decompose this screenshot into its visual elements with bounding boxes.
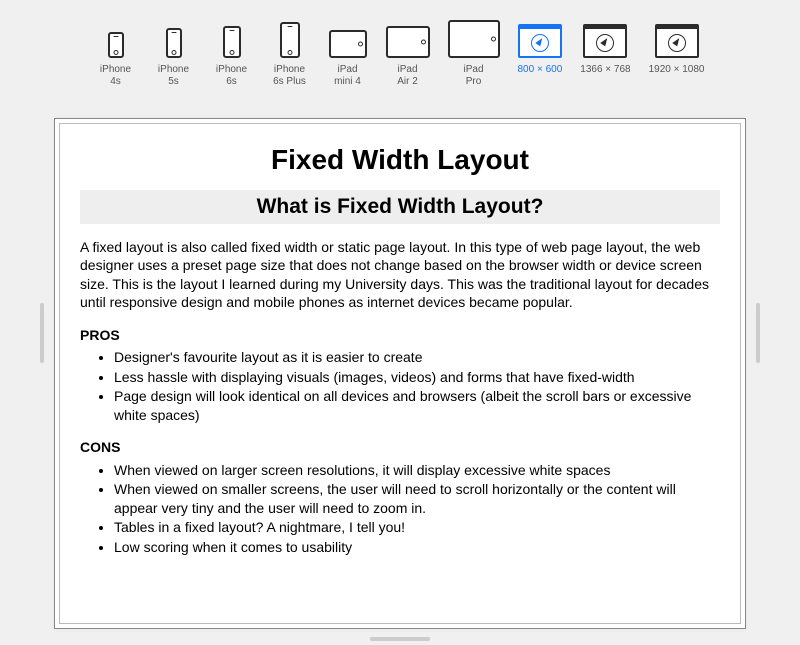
viewport-stage: Fixed Width Layout What is Fixed Width L…	[54, 118, 746, 629]
responsive-design-mode: iPhone 4s iPhone 5s iPhone 6s iPhone 6s …	[0, 0, 800, 645]
device-label: iPhone 6s	[216, 64, 247, 88]
resize-handle-left[interactable]	[40, 303, 44, 363]
phone-icon	[280, 14, 300, 58]
phone-icon	[108, 14, 124, 58]
device-ipad-mini-4[interactable]: iPad mini 4	[328, 14, 368, 88]
list-item: Less hassle with displaying visuals (ima…	[114, 368, 720, 386]
resize-handle-right[interactable]	[756, 303, 760, 363]
tablet-icon	[448, 14, 500, 58]
viewport-canvas-outer: Fixed Width Layout What is Fixed Width L…	[54, 118, 746, 629]
device-iphone-5s[interactable]: iPhone 5s	[154, 14, 194, 88]
device-iphone-6s[interactable]: iPhone 6s	[212, 14, 252, 88]
list-item: Low scoring when it comes to usability	[114, 538, 720, 556]
device-label: 1366 × 768	[580, 64, 630, 88]
safari-compass-icon	[655, 14, 699, 58]
device-ipad-pro[interactable]: iPad Pro	[448, 14, 500, 88]
device-label: iPad Air 2	[397, 64, 418, 88]
cons-list: When viewed on larger screen resolutions…	[80, 461, 720, 556]
device-label: iPhone 5s	[158, 64, 189, 88]
safari-compass-icon	[518, 14, 562, 58]
device-resolution-1920x1080[interactable]: 1920 × 1080	[649, 14, 705, 88]
device-label: iPhone 6s Plus	[273, 64, 306, 88]
tablet-icon	[386, 14, 430, 58]
device-iphone-4s[interactable]: iPhone 4s	[96, 14, 136, 88]
phone-icon	[166, 14, 182, 58]
device-label: 1920 × 1080	[649, 64, 705, 88]
device-label: iPhone 4s	[100, 64, 131, 88]
device-presets-bar: iPhone 4s iPhone 5s iPhone 6s iPhone 6s …	[0, 0, 800, 94]
intro-paragraph: A fixed layout is also called fixed widt…	[80, 238, 720, 312]
device-iphone-6s-plus[interactable]: iPhone 6s Plus	[270, 14, 310, 88]
pros-list: Designer's favourite layout as it is eas…	[80, 348, 720, 424]
device-ipad-air-2[interactable]: iPad Air 2	[386, 14, 430, 88]
resize-handle-bottom[interactable]	[370, 637, 430, 641]
page-title: Fixed Width Layout	[80, 144, 720, 176]
viewport-canvas[interactable]: Fixed Width Layout What is Fixed Width L…	[59, 123, 741, 624]
list-item: Tables in a fixed layout? A nightmare, I…	[114, 518, 720, 536]
device-resolution-800x600[interactable]: 800 × 600	[518, 14, 563, 88]
cons-heading: CONS	[80, 438, 720, 456]
device-resolution-1366x768[interactable]: 1366 × 768	[580, 14, 630, 88]
list-item: When viewed on smaller screens, the user…	[114, 480, 720, 517]
list-item: Page design will look identical on all d…	[114, 387, 720, 424]
device-label: iPad Pro	[463, 64, 483, 88]
page-subtitle: What is Fixed Width Layout?	[80, 190, 720, 224]
pros-heading: PROS	[80, 326, 720, 344]
list-item: Designer's favourite layout as it is eas…	[114, 348, 720, 366]
tablet-icon	[329, 14, 367, 58]
device-label: iPad mini 4	[334, 64, 361, 88]
safari-compass-icon	[583, 14, 627, 58]
list-item: When viewed on larger screen resolutions…	[114, 461, 720, 479]
phone-icon	[223, 14, 241, 58]
device-label: 800 × 600	[518, 64, 563, 88]
